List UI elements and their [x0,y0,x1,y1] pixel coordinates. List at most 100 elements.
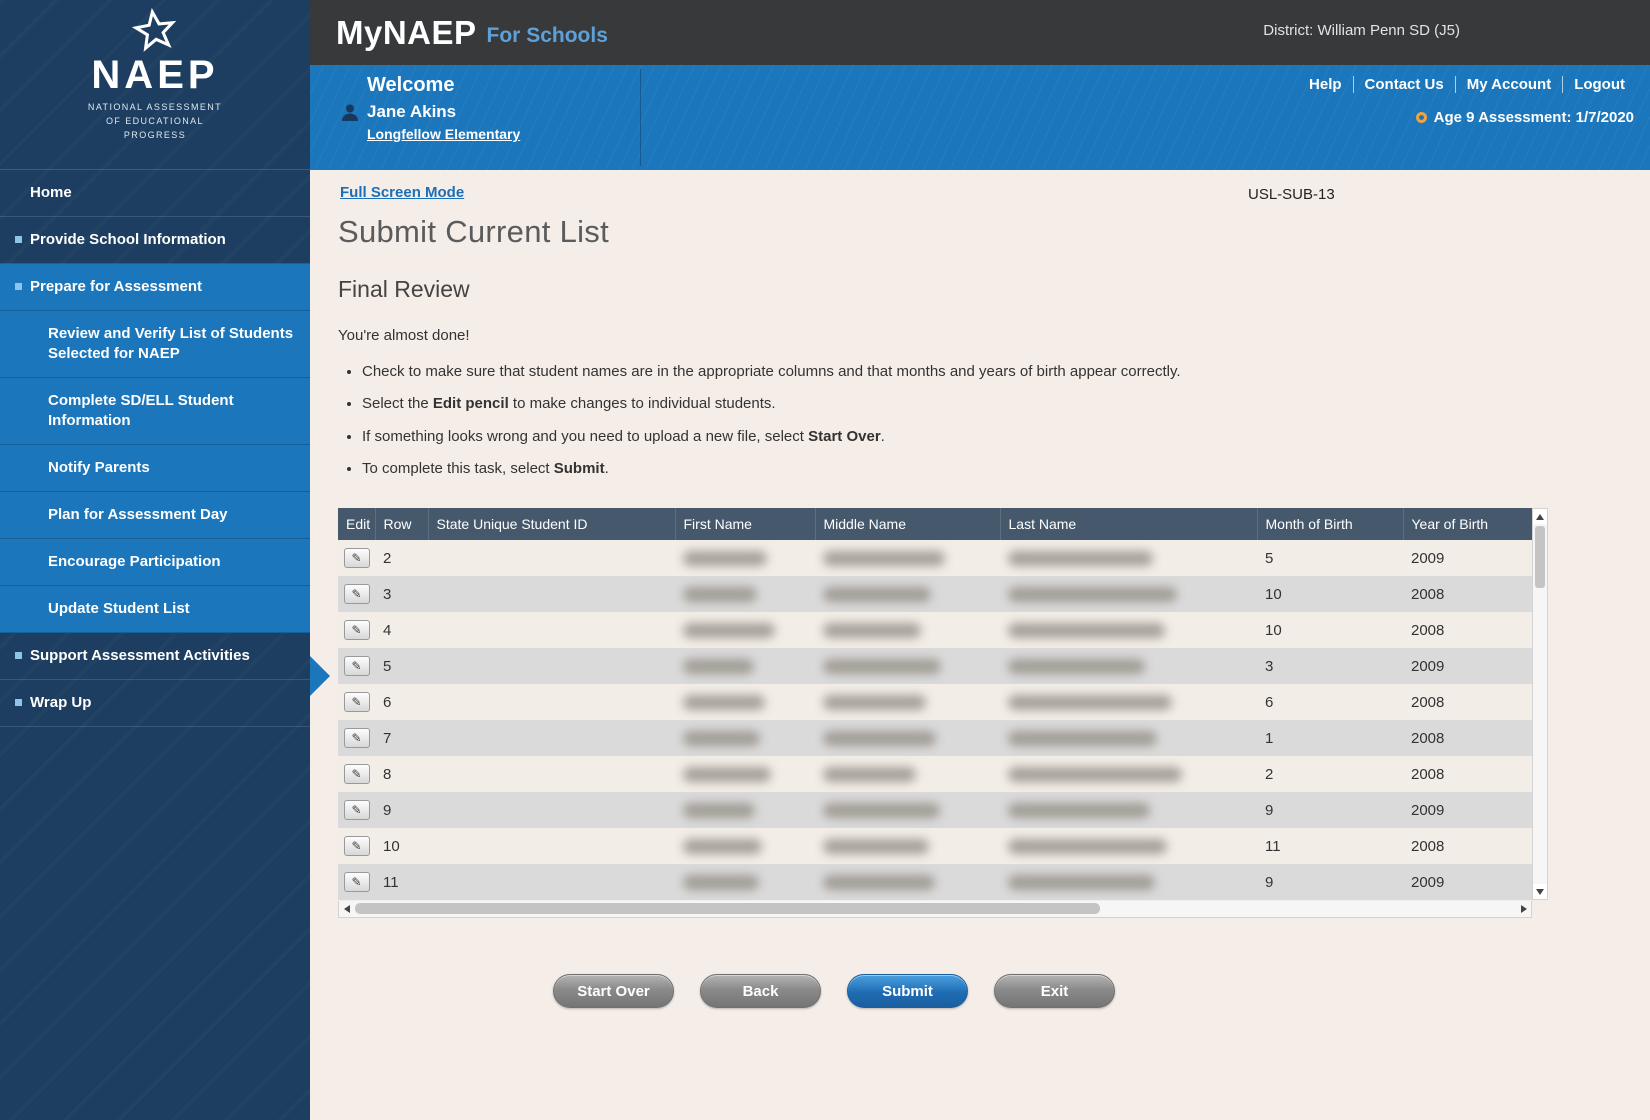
edit-row-button[interactable]: ✎ [344,656,370,676]
middle-name-cell [815,792,1000,828]
full-screen-mode-link[interactable]: Full Screen Mode [340,184,464,201]
middle-name-cell [815,648,1000,684]
vertical-scroll-thumb[interactable] [1535,526,1545,588]
pencil-icon: ✎ [351,768,361,780]
middle-name-cell [815,540,1000,576]
sidebar-item-complete-sd-ell[interactable]: Complete SD/ELL Student Information [0,378,310,445]
sidebar-item-label: Review and Verify List of Students Selec… [48,325,293,362]
middle-name-cell [815,612,1000,648]
first-name-cell [675,684,815,720]
redacted-text [1008,803,1150,818]
help-link[interactable]: Help [1298,76,1353,93]
edit-row-button[interactable]: ✎ [344,836,370,856]
table-header-row: Edit Row State Unique Student ID First N… [338,508,1532,540]
welcome-header: Welcome Jane Akins Longfellow Elementary… [310,65,1650,170]
redacted-text [823,875,935,890]
sidebar: NAEP NATIONAL ASSESSMENT OF EDUCATIONAL … [0,0,310,1120]
table-row: ✎3102008 [338,576,1532,612]
redacted-text [1008,875,1155,890]
first-name-cell [675,864,815,900]
submit-button[interactable]: Submit [847,974,968,1008]
pencil-icon: ✎ [351,624,361,636]
redacted-text [683,551,767,566]
my-account-link[interactable]: My Account [1455,76,1562,93]
month-of-birth-cell: 9 [1257,792,1403,828]
col-header-middle-name: Middle Name [815,508,1000,540]
app-name: MyNAEP [336,14,477,52]
year-of-birth-cell: 2009 [1403,648,1532,684]
first-name-cell [675,792,815,828]
row-number-cell: 7 [375,720,428,756]
sidebar-item-label: Wrap Up [30,694,91,711]
exit-button[interactable]: Exit [994,974,1115,1008]
sidebar-item-provide-school-information[interactable]: Provide School Information [0,217,310,264]
horizontal-scrollbar[interactable] [338,901,1532,918]
student-table-body: ✎252009✎3102008✎4102008✎532009✎662008✎71… [338,540,1532,900]
edit-row-button[interactable]: ✎ [344,800,370,820]
contact-us-link[interactable]: Contact Us [1353,76,1455,93]
scroll-down-icon[interactable] [1533,884,1547,899]
school-link[interactable]: Longfellow Elementary [367,126,520,142]
start-over-button[interactable]: Start Over [553,974,674,1008]
edit-row-button[interactable]: ✎ [344,548,370,568]
sidebar-item-label: Encourage Participation [48,553,221,570]
edit-row-button[interactable]: ✎ [344,584,370,604]
middle-name-cell [815,756,1000,792]
last-name-cell [1000,864,1257,900]
back-button[interactable]: Back [700,974,821,1008]
sidebar-item-update-student-list[interactable]: Update Student List [0,586,310,633]
row-number-cell: 2 [375,540,428,576]
year-of-birth-cell: 2009 [1403,540,1532,576]
middle-name-cell [815,720,1000,756]
star-icon [129,5,181,57]
vertical-scrollbar[interactable] [1532,508,1548,900]
pencil-icon: ✎ [351,588,361,600]
instruction-item: If something looks wrong and you need to… [362,425,1338,448]
bullet-icon [15,283,22,290]
logout-link[interactable]: Logout [1562,76,1636,93]
year-of-birth-cell: 2009 [1403,864,1532,900]
sidebar-item-encourage-participation[interactable]: Encourage Participation [0,539,310,586]
edit-row-button[interactable]: ✎ [344,872,370,892]
scroll-right-icon[interactable] [1516,901,1531,916]
edit-row-button[interactable]: ✎ [344,692,370,712]
student-id-cell [428,720,675,756]
sidebar-item-prepare-for-assessment[interactable]: Prepare for Assessment [0,264,310,311]
edit-row-button[interactable]: ✎ [344,764,370,784]
sidebar-item-support-assessment-activities[interactable]: Support Assessment Activities [0,633,310,680]
edit-row-button[interactable]: ✎ [344,728,370,748]
last-name-cell [1000,720,1257,756]
student-id-cell [428,684,675,720]
logo-subtitle: NATIONAL ASSESSMENT OF EDUCATIONAL PROGR… [0,101,310,143]
first-name-cell [675,540,815,576]
sidebar-item-label: Home [30,184,72,201]
scroll-left-icon[interactable] [339,901,354,916]
edit-row-button[interactable]: ✎ [344,620,370,640]
sidebar-item-wrap-up[interactable]: Wrap Up [0,680,310,727]
instruction-list: Check to make sure that student names ar… [338,360,1338,480]
year-of-birth-cell: 2008 [1403,756,1532,792]
horizontal-scroll-thumb[interactable] [355,903,1100,914]
redacted-text [1008,623,1165,638]
redacted-text [1008,839,1167,854]
sidebar-item-plan-for-assessment-day[interactable]: Plan for Assessment Day [0,492,310,539]
col-header-edit: Edit [338,508,375,540]
sidebar-item-home[interactable]: Home [0,170,310,217]
sidebar-item-label: Update Student List [48,600,190,617]
table-row: ✎1192009 [338,864,1532,900]
logo-line: NATIONAL ASSESSMENT [0,101,310,115]
last-name-cell [1000,576,1257,612]
student-table: Edit Row State Unique Student ID First N… [338,508,1532,900]
nav-active-arrow-icon [310,656,330,696]
row-number-cell: 5 [375,648,428,684]
instruction-item: Check to make sure that student names ar… [362,360,1338,383]
table-row: ✎822008 [338,756,1532,792]
sidebar-item-review-verify-list[interactable]: Review and Verify List of Students Selec… [0,311,310,378]
first-name-cell [675,828,815,864]
student-table-wrap: Edit Row State Unique Student ID First N… [338,508,1548,918]
table-row: ✎252009 [338,540,1532,576]
scroll-up-icon[interactable] [1533,509,1547,524]
sidebar-item-notify-parents[interactable]: Notify Parents [0,445,310,492]
instruction-item: To complete this task, select Submit. [362,457,1338,480]
section-title: Final Review [338,276,1650,303]
